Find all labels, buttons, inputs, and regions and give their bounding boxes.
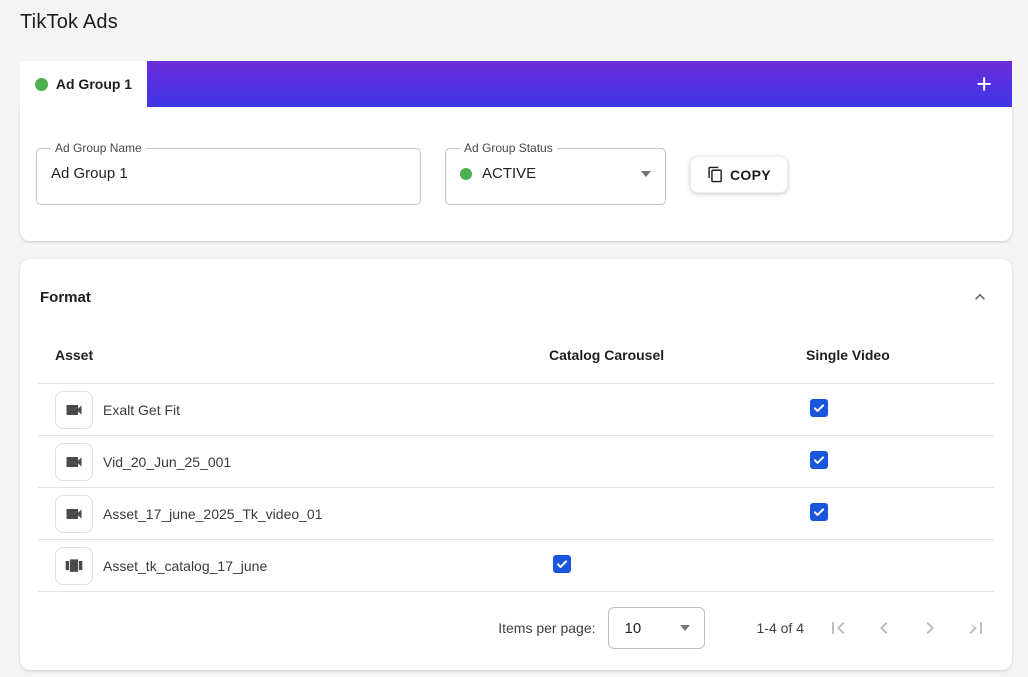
previous-page-button[interactable] (872, 616, 896, 640)
tab-ad-group-1[interactable]: Ad Group 1 (20, 61, 147, 107)
ad-group-tabbar: Ad Group 1 + (20, 61, 1012, 107)
caret-down-icon (641, 170, 651, 177)
ad-group-name-input[interactable] (49, 159, 408, 182)
asset-name: Asset_17_june_2025_Tk_video_01 (103, 505, 323, 522)
asset-thumbnail (55, 494, 93, 533)
asset-name: Asset_tk_catalog_17_june (103, 557, 268, 574)
status-active-dot-icon (460, 167, 472, 180)
chevron-left-icon (872, 616, 896, 640)
active-status-dot-icon (34, 77, 48, 91)
asset-format-table: Asset Catalog Carousel Single Video Exal… (38, 333, 994, 592)
view-carousel-icon (64, 556, 84, 576)
asset-thumbnail (55, 442, 93, 481)
single-video-checkbox[interactable] (810, 503, 828, 521)
table-row: Asset_17_june_2025_Tk_video_01 (38, 487, 994, 540)
chevron-up-icon (970, 287, 990, 307)
videocam-icon (64, 400, 84, 420)
last-page-icon (964, 616, 988, 640)
column-header-single-video: Single Video (806, 333, 994, 384)
videocam-icon (64, 452, 84, 472)
check-icon (812, 505, 826, 519)
single-video-checkbox[interactable] (810, 399, 828, 417)
table-header-row: Asset Catalog Carousel Single Video (38, 333, 994, 384)
column-header-asset: Asset (38, 333, 549, 384)
asset-name: Exalt Get Fit (103, 401, 181, 418)
ad-group-name-field: Ad Group Name (36, 141, 421, 205)
single-video-cell (806, 539, 994, 592)
items-per-page-select[interactable]: 10 (607, 607, 705, 649)
page: TikTok Ads Ad Group 1 + Ad Group Name Ad… (0, 0, 1028, 670)
tabbar-fill: + (147, 61, 1012, 107)
first-page-button[interactable] (826, 616, 850, 640)
caret-down-icon (679, 625, 690, 631)
table-row: Exalt Get Fit (38, 383, 994, 436)
check-icon (555, 557, 569, 571)
catalog-carousel-cell (549, 487, 806, 540)
asset-name: Vid_20_Jun_25_001 (103, 453, 232, 470)
single-video-cell (806, 487, 994, 540)
table-row: Vid_20_Jun_25_001 (38, 435, 994, 488)
catalog-carousel-cell (549, 539, 806, 592)
format-section-title: Format (40, 288, 91, 306)
pagination-range-label: 1-4 of 4 (756, 620, 804, 636)
ad-group-status-label: Ad Group Status (464, 141, 553, 155)
page-title: TikTok Ads (20, 11, 118, 33)
copy-button-label: COPY (730, 166, 771, 183)
catalog-carousel-cell (549, 435, 806, 488)
add-ad-group-button[interactable]: + (976, 70, 992, 98)
videocam-icon (64, 504, 84, 524)
next-page-button[interactable] (918, 616, 942, 640)
single-video-checkbox[interactable] (810, 451, 828, 469)
items-per-page-value: 10 (624, 619, 642, 637)
ad-group-status-select[interactable]: Ad Group Status ACTIVE (445, 141, 666, 205)
tab-label: Ad Group 1 (55, 76, 133, 92)
asset-thumbnail (55, 390, 93, 429)
first-page-icon (826, 616, 850, 640)
copy-button[interactable]: COPY (690, 156, 788, 193)
table-pagination: Items per page: 10 1-4 of 4 (38, 592, 994, 652)
last-page-button[interactable] (964, 616, 988, 640)
items-per-page-label: Items per page: (498, 620, 596, 636)
catalog-carousel-cell (549, 383, 806, 436)
asset-thumbnail (55, 546, 93, 585)
single-video-cell (806, 383, 994, 436)
check-icon (812, 453, 826, 467)
format-card: Format Asset Catalog Carousel Single Vid… (20, 259, 1012, 670)
check-icon (812, 401, 826, 415)
collapse-section-button[interactable] (968, 285, 992, 309)
catalog-carousel-checkbox[interactable] (553, 555, 571, 573)
table-row: Asset_tk_catalog_17_june (38, 539, 994, 592)
ad-group-settings-card: Ad Group Name Ad Group Status ACTIVE COP… (20, 107, 1012, 241)
column-header-catalog-carousel: Catalog Carousel (549, 333, 806, 384)
status-select-value: ACTIVE (482, 165, 537, 182)
chevron-right-icon (918, 616, 942, 640)
copy-icon (707, 166, 724, 183)
single-video-cell (806, 435, 994, 488)
ad-group-name-label: Ad Group Name (55, 141, 142, 155)
